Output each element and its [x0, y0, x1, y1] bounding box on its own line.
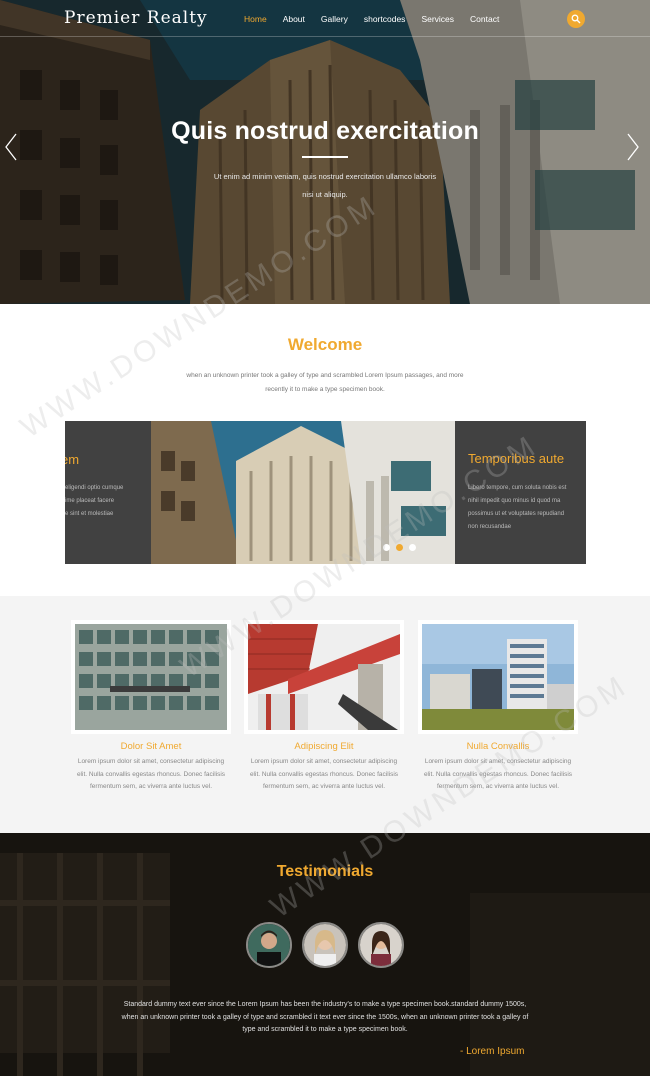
feature-text: Lorem ipsum dolor sit amet, consectetur …: [76, 758, 226, 790]
nav-item-gallery[interactable]: Gallery: [321, 14, 348, 24]
testimonial-quote: Standard dummy text ever since the Lorem…: [121, 1001, 529, 1033]
feature-text: Lorem ipsum dolor sit amet, consectetur …: [423, 758, 573, 790]
feature-image: [244, 620, 404, 734]
welcome-text: when an unknown printer took a galley of…: [186, 372, 464, 393]
nav-item-about[interactable]: About: [283, 14, 305, 24]
slide-right-title: Temporibus aute: [468, 451, 565, 466]
slide-image: [151, 421, 455, 564]
image-slider[interactable]: em eligendi optio cumque ime placeat fac…: [65, 421, 586, 564]
welcome-heading: Welcome: [287, 335, 363, 354]
top-navigation: Premier Realty Home About Gallery shortc…: [0, 0, 650, 37]
hero-title: Quis nostrud exercitation: [171, 117, 479, 145]
avatar[interactable]: [302, 922, 348, 968]
testimonials-section: Testimonials Standard dummy text ever si…: [0, 833, 650, 1076]
slide-left-line: e sint et molestiae: [65, 511, 114, 517]
slide-left-line: ime placeat facere: [65, 498, 115, 504]
nav-item-contact[interactable]: Contact: [470, 14, 499, 24]
slide-right-line: possimus ut et voluptates repudiand: [468, 511, 565, 517]
brand-logo[interactable]: Premier Realty: [64, 8, 208, 28]
slide-right-text: Libero tempore, cum soluta nobis est nih…: [468, 482, 586, 534]
slide-right-line: non recusandae: [468, 524, 512, 530]
slide-right-line: Libero tempore, cum soluta nobis est: [468, 485, 567, 491]
hero-subtitle: Ut enim ad minim veniam, quis nostrud ex…: [213, 172, 437, 199]
slider-dot[interactable]: [383, 544, 390, 551]
slide-left-title: em: [65, 452, 80, 467]
features-section: Dolor Sit Amet Lorem ipsum dolor sit ame…: [0, 596, 650, 833]
slider-pagination: [383, 544, 416, 551]
hero-divider: [302, 156, 348, 158]
feature-card[interactable]: Nulla Convallis Lorem ipsum dolor sit am…: [418, 620, 578, 794]
feature-text: Lorem ipsum dolor sit amet, consectetur …: [249, 758, 399, 790]
feature-title[interactable]: Adipiscing Elit: [244, 741, 404, 752]
search-button[interactable]: [567, 10, 585, 28]
slider-dot-active[interactable]: [396, 544, 403, 551]
testimonials-heading: Testimonials: [276, 863, 374, 880]
main-menu: Home About Gallery shortcodes Services C…: [244, 14, 515, 24]
nav-item-services[interactable]: Services: [421, 14, 454, 24]
feature-image: [71, 620, 231, 734]
feature-title[interactable]: Nulla Convallis: [418, 741, 578, 752]
slider-dot[interactable]: [409, 544, 416, 551]
nav-item-home[interactable]: Home: [244, 14, 267, 24]
testimonial-avatars: [246, 922, 404, 968]
slide-left-line: eligendi optio cumque: [65, 485, 124, 491]
feature-card[interactable]: Adipiscing Elit Lorem ipsum dolor sit am…: [244, 620, 404, 794]
search-icon: [571, 14, 581, 24]
hero-banner: Premier Realty Home About Gallery shortc…: [0, 0, 650, 304]
slide-right-line: nihil impedit quo minus id quod ma: [468, 498, 561, 504]
avatar[interactable]: [246, 922, 292, 968]
feature-image: [418, 620, 578, 734]
feature-title[interactable]: Dolor Sit Amet: [71, 741, 231, 752]
nav-item-shortcodes[interactable]: shortcodes: [364, 14, 406, 24]
feature-card[interactable]: Dolor Sit Amet Lorem ipsum dolor sit ame…: [71, 620, 231, 794]
slide-left-text: eligendi optio cumque ime placeat facere…: [65, 482, 145, 521]
testimonial-author: - Lorem Ipsum: [460, 1046, 525, 1057]
avatar[interactable]: [358, 922, 404, 968]
hero-overlay: [0, 0, 650, 304]
